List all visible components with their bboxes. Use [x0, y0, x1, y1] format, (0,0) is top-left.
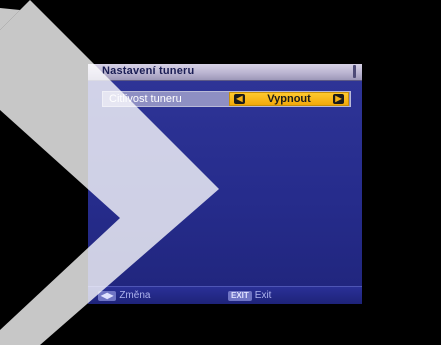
exit-hint[interactable]: EXIT Exit [228, 290, 271, 301]
change-hint: ◀▶ Změna [98, 290, 150, 301]
menu-title: Nastavení tuneru [102, 65, 195, 77]
menu-item-tuner-sensitivity[interactable]: Citlivost tuneru ◀ Vypnout ▶ [102, 91, 351, 107]
right-arrow-icon[interactable]: ▶ [333, 94, 344, 104]
tuner-settings-menu: Nastavení tuneru Citlivost tuneru ◀ Vypn… [88, 64, 362, 304]
left-right-key-icon: ◀▶ [98, 291, 117, 301]
selected-value: Vypnout [267, 93, 311, 105]
menu-title-bar: Nastavení tuneru [88, 64, 362, 81]
exit-key-icon: EXIT [228, 291, 252, 301]
menu-footer: ◀▶ Změna EXIT Exit [88, 286, 362, 304]
exit-hint-label: Exit [254, 290, 272, 301]
value-selector[interactable]: ◀ Vypnout ▶ [229, 92, 349, 106]
menu-item-label: Citlivost tuneru [109, 93, 182, 105]
title-bar-endcap [353, 65, 356, 78]
change-hint-label: Změna [119, 290, 151, 301]
